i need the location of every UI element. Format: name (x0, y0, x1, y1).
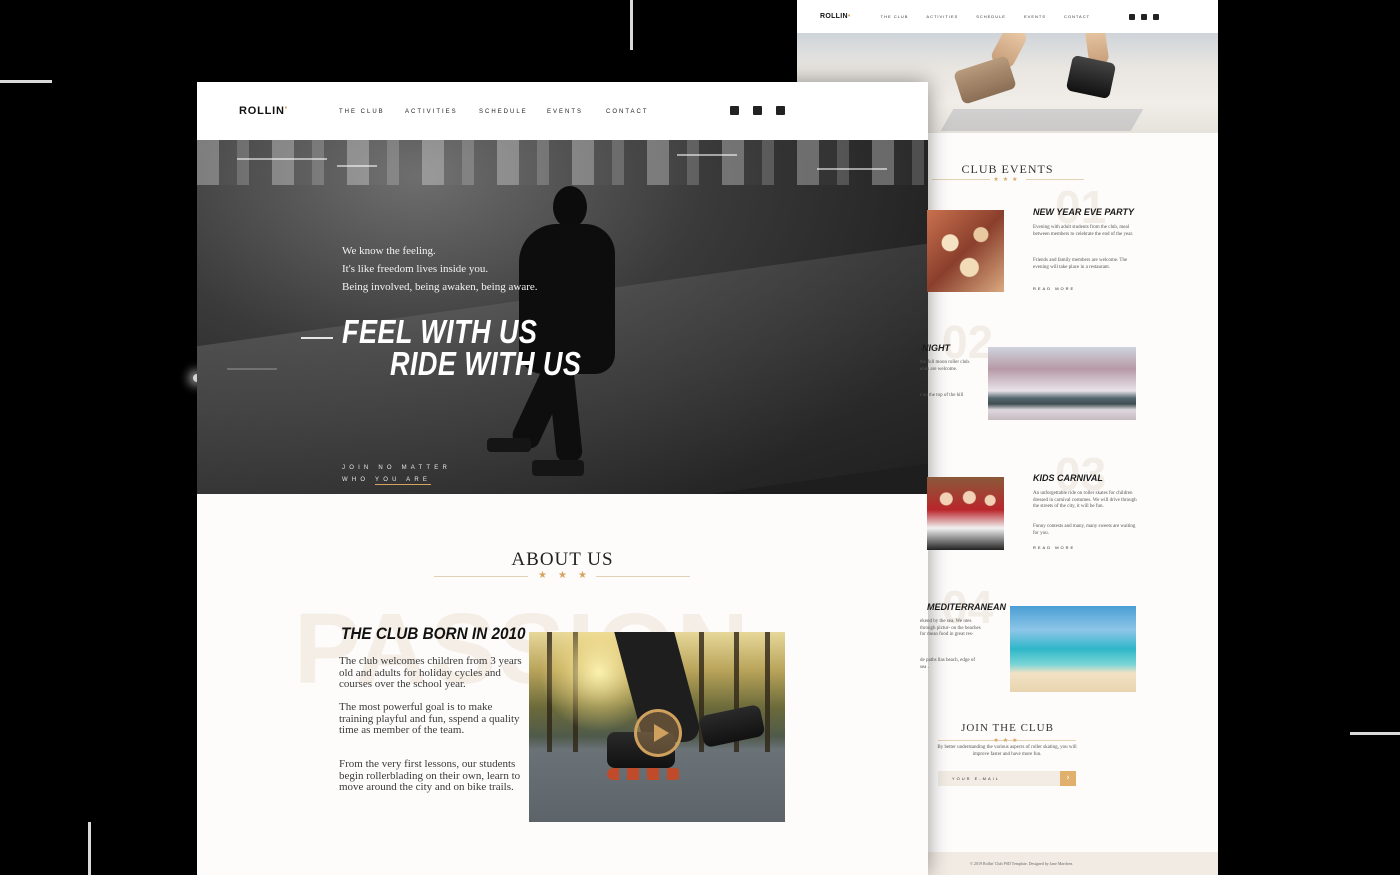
social-links (1129, 13, 1159, 20)
about-paragraph: The most powerful goal is to make traini… (339, 701, 520, 736)
event-title: NEW YEAR EVE PARTY (1033, 207, 1135, 217)
nav-item-contact[interactable]: CONTACT (606, 109, 649, 115)
event-text: Evening with adult students from the clu… (1033, 225, 1134, 237)
facebook-icon[interactable] (1129, 13, 1135, 20)
about-video-thumbnail[interactable] (529, 632, 785, 822)
hero-quote: We know the feeling. It's like freedom l… (342, 245, 538, 293)
skater-silhouette (553, 186, 587, 228)
event-title: NIGHT (922, 343, 950, 353)
light-streak (630, 0, 633, 50)
light-streak (1350, 732, 1400, 735)
facebook-icon[interactable] (730, 106, 739, 115)
hero-banner: We know the feeling. It's like freedom l… (197, 140, 928, 494)
nav-item-the-club[interactable]: THE CLUB (339, 109, 405, 115)
nav-item-activities[interactable]: ACTIVITIES (405, 109, 479, 115)
instagram-icon[interactable] (776, 106, 785, 115)
read-more-link[interactable]: READ MORE (1033, 545, 1075, 550)
submit-button[interactable]: › (1060, 771, 1076, 786)
main-nav: ROLLIN• THE CLUB ACTIVITIES SCHEDULE EVE… (197, 82, 928, 140)
event-title: MEDITERRANEAN (927, 602, 1007, 612)
nav-item-schedule[interactable]: SCHEDULE (976, 14, 1006, 19)
nav-menu: THE CLUB ACTIVITIES SCHEDULE EVENTS CONT… (881, 14, 1090, 19)
twitter-icon[interactable] (1141, 13, 1147, 20)
about-paragraph: The club welcomes children from 3 years … (339, 655, 522, 690)
event-image[interactable] (927, 210, 1004, 292)
nav-item-contact[interactable]: CONTACT (1064, 14, 1090, 19)
hero-dash (301, 337, 333, 339)
nav-item-events[interactable]: EVENTS (547, 109, 606, 115)
event-text: Funny contests and many, many sweets are… (1033, 524, 1136, 536)
event-text: Friends and family members are welcome. … (1033, 258, 1128, 270)
read-more-link[interactable]: READ MORE (1033, 286, 1075, 291)
email-input[interactable]: YOUR E-MAIL (938, 771, 1060, 786)
event-text: the full moon roller club. ends are welc… (920, 360, 971, 372)
join-text: By better understanding the various aspe… (937, 745, 1077, 757)
event-text: t on the top of the hill (920, 393, 964, 398)
nav-item-the-club[interactable]: THE CLUB (881, 14, 909, 19)
join-cta-link[interactable]: JOIN NO MATTER WHO YOU ARE (342, 462, 451, 486)
light-streak (0, 80, 52, 83)
events-page-nav: ROLLIN• THE CLUB ACTIVITIES SCHEDULE EVE… (797, 0, 1218, 33)
play-icon[interactable] (634, 709, 682, 757)
event-image[interactable] (927, 477, 1004, 550)
event-text: An unforgettable ride on roller skates f… (1033, 491, 1137, 509)
instagram-icon[interactable] (1153, 13, 1159, 20)
nav-menu: THE CLUB ACTIVITIES SCHEDULE EVENTS CONT… (339, 109, 649, 115)
hero-title-line2: RIDE WITH US (390, 345, 582, 382)
nav-item-events[interactable]: EVENTS (1024, 14, 1046, 19)
nav-item-activities[interactable]: ACTIVITIES (926, 14, 958, 19)
stars-ornament: ★★★ (538, 570, 598, 581)
logo[interactable]: ROLLIN• (820, 13, 851, 20)
twitter-icon[interactable] (753, 106, 762, 115)
blurred-lights (197, 140, 928, 185)
logo[interactable]: ROLLIN• (239, 105, 288, 117)
event-title: KIDS CARNIVAL (1033, 473, 1103, 483)
event-text: de paths llas beach, edge of sea . (920, 658, 975, 670)
event-image[interactable] (1010, 606, 1136, 692)
event-image[interactable] (988, 347, 1136, 420)
home-page-preview: ROLLIN• THE CLUB ACTIVITIES SCHEDULE EVE… (197, 82, 928, 875)
social-links (730, 106, 785, 115)
club-title: THE CLUB BORN IN 2010 (341, 624, 526, 643)
event-text: ekend by the sea. We ntes through pictur… (920, 619, 981, 637)
nav-item-schedule[interactable]: SCHEDULE (479, 109, 547, 115)
about-title: ABOUT US (511, 549, 614, 570)
light-streak (88, 822, 91, 875)
about-paragraph: From the very first lessons, our student… (339, 758, 521, 793)
